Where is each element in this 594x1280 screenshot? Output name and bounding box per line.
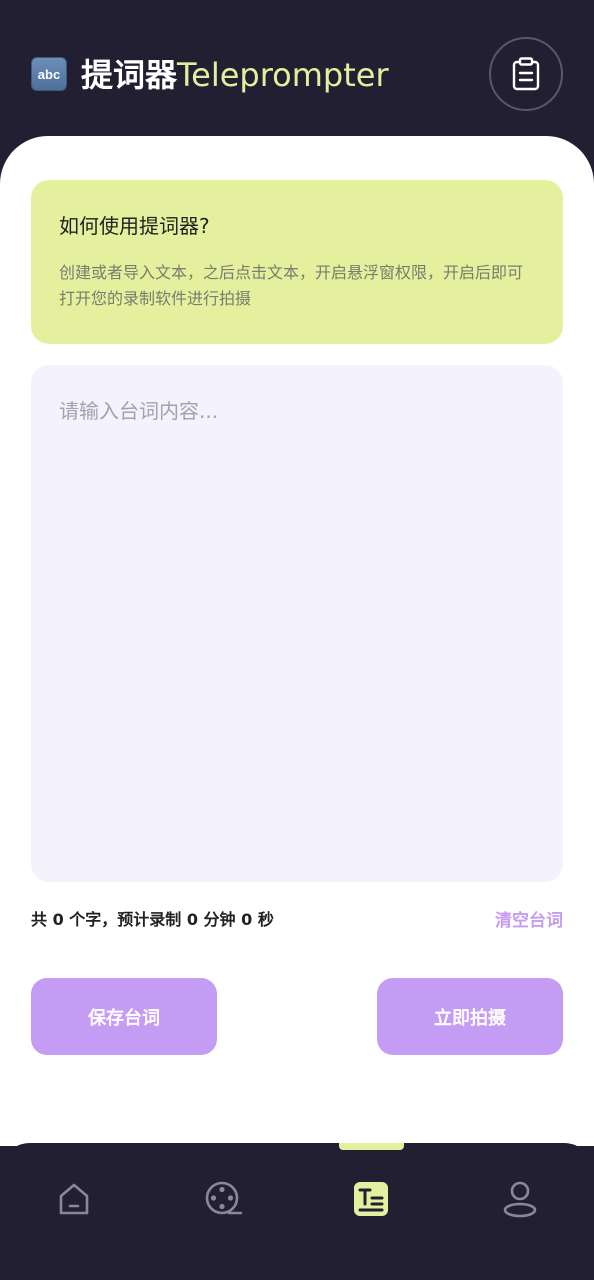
page-title: 提词器Teleprompter: [81, 54, 389, 96]
tab-videos[interactable]: [199, 1175, 247, 1223]
app-header: abc 提词器Teleprompter: [0, 0, 594, 150]
tab-teleprompter[interactable]: [347, 1175, 395, 1223]
start-shooting-button[interactable]: 立即拍摄: [377, 978, 563, 1055]
clipboard-icon: [512, 57, 540, 91]
howto-card: 如何使用提词器? 创建或者导入文本，之后点击文本，开启悬浮窗权限，开启后即可打开…: [31, 180, 563, 344]
tab-home[interactable]: [50, 1175, 98, 1223]
script-input[interactable]: [31, 365, 563, 882]
howto-text: 创建或者导入文本，之后点击文本，开启悬浮窗权限，开启后即可打开您的录制软件进行拍…: [59, 263, 524, 308]
tab-profile[interactable]: [496, 1175, 544, 1223]
clipboard-button[interactable]: [489, 37, 563, 111]
abc-icon: abc: [31, 57, 67, 91]
teleprompter-icon: [354, 1182, 388, 1216]
film-reel-icon: [205, 1181, 243, 1215]
profile-icon: [503, 1181, 537, 1218]
title-english: Teleprompter: [177, 56, 389, 94]
save-script-button[interactable]: 保存台词: [31, 978, 217, 1055]
home-icon: [59, 1183, 89, 1215]
clear-script-link[interactable]: 清空台词: [495, 906, 563, 931]
title-chinese: 提词器: [81, 56, 178, 94]
word-count-stats: 共 0 个字，预计录制 0 分钟 0 秒: [31, 910, 274, 929]
active-tab-indicator: [339, 1143, 404, 1150]
howto-title: 如何使用提词器?: [59, 214, 210, 238]
